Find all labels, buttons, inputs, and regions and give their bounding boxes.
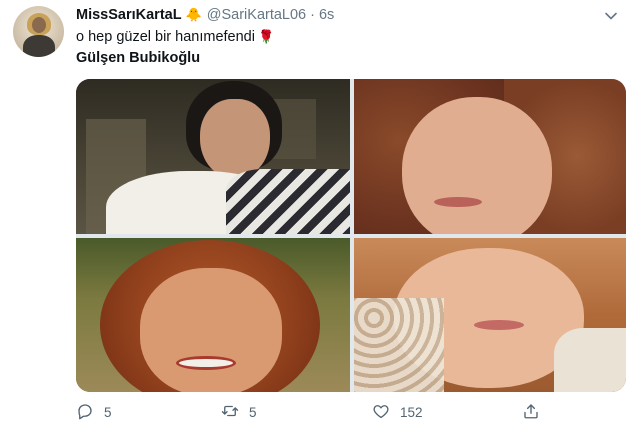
media-grid	[76, 79, 626, 392]
display-name[interactable]: MissSarıKartaL	[76, 7, 182, 23]
avatar-face	[32, 17, 46, 33]
tweet[interactable]: MissSarıKartaL 🐥 @SariKartaL06 · 6s o he…	[0, 0, 640, 432]
share-icon	[522, 402, 540, 423]
like-count: 152	[400, 404, 423, 420]
photo-4[interactable]	[354, 238, 626, 392]
retweet-icon	[221, 402, 239, 423]
avatar-body	[23, 35, 55, 57]
tweet-text-bold: Gülşen Bubikoğlu	[76, 50, 201, 66]
photo-3[interactable]	[76, 238, 350, 392]
photo-2[interactable]	[354, 79, 626, 234]
chick-emoji-icon: 🐥	[185, 7, 202, 22]
reply-button[interactable]: 5	[76, 401, 112, 423]
reply-icon	[76, 402, 94, 423]
tweet-actions: 5 5 152	[76, 401, 546, 423]
tweet-header: MissSarıKartaL 🐥 @SariKartaL06 · 6s	[76, 6, 334, 24]
user-handle[interactable]: @SariKartaL06	[207, 7, 306, 23]
like-button[interactable]: 152	[372, 401, 423, 423]
reply-count: 5	[104, 404, 112, 420]
tweet-text: o hep güzel bir hanımefendi	[76, 29, 255, 45]
chevron-down-icon[interactable]	[604, 9, 618, 23]
avatar[interactable]	[13, 6, 64, 57]
rose-emoji-icon: 🌹	[257, 29, 275, 44]
retweet-count: 5	[249, 404, 257, 420]
timestamp[interactable]: 6s	[319, 7, 334, 23]
retweet-button[interactable]: 5	[221, 401, 257, 423]
photo-1[interactable]	[76, 79, 350, 234]
separator-dot: ·	[310, 7, 315, 23]
share-button[interactable]	[522, 401, 540, 423]
tweet-text-line: o hep güzel bir hanımefendi 🌹	[76, 29, 274, 45]
heart-icon	[372, 402, 390, 423]
